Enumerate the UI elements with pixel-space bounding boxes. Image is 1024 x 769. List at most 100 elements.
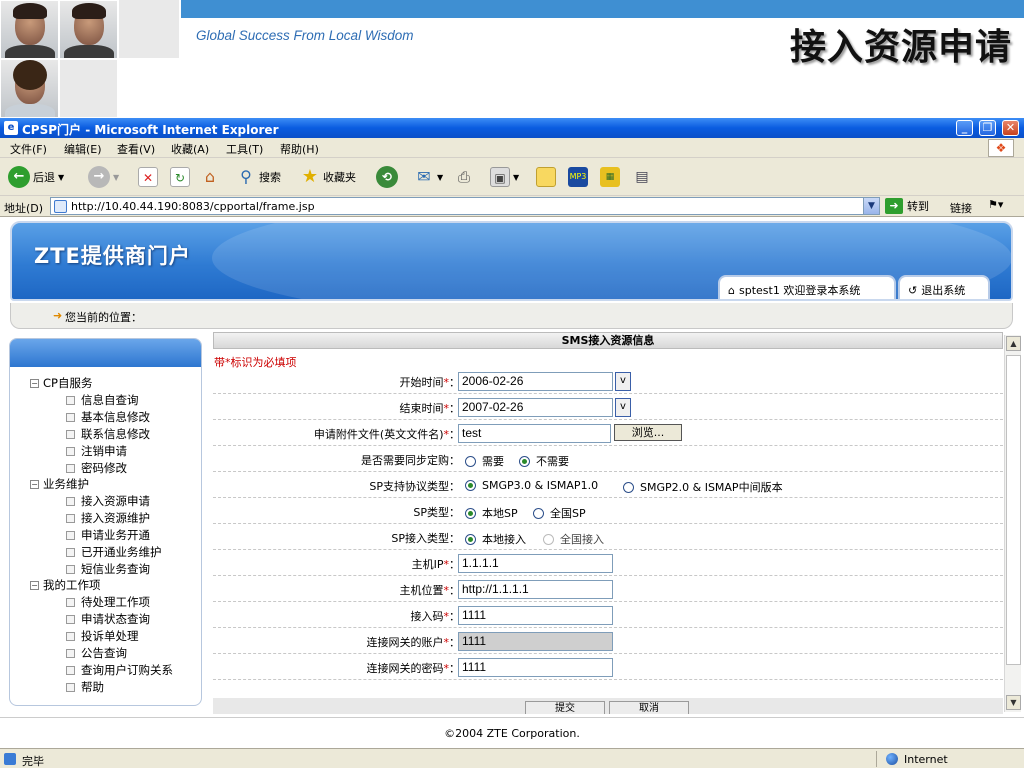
start-time-calendar-button[interactable]: v: [615, 372, 631, 391]
gateway-password-input[interactable]: 1111: [458, 658, 613, 677]
sidebar-item[interactable]: 接入资源申请: [66, 493, 150, 509]
refresh-button[interactable]: ↻: [170, 164, 190, 190]
print-button[interactable]: ⎙: [454, 164, 474, 190]
access-code-input[interactable]: 1111: [458, 606, 613, 625]
radio-circle-selected: [465, 533, 476, 545]
menu-file[interactable]: 文件(F): [10, 141, 47, 157]
host-ip-input[interactable]: 1.1.1.1: [458, 554, 613, 573]
sidebar-item[interactable]: 密码修改: [66, 460, 127, 476]
sidebar-item-label: 查询用户订购关系: [81, 663, 173, 677]
menu-favorites[interactable]: 收藏(A): [171, 141, 209, 157]
browse-button[interactable]: 浏览...: [614, 424, 682, 441]
sidebar-item[interactable]: 信息自查询: [66, 392, 139, 408]
leaf-icon: [66, 598, 75, 607]
cancel-button[interactable]: 取消: [609, 701, 689, 714]
sidebar-item[interactable]: 注销申请: [66, 443, 127, 459]
radio-protocol-smgp30[interactable]: SMGP3.0 & ISMAP1.0: [465, 479, 598, 492]
close-button[interactable]: ✕: [1002, 120, 1019, 136]
radio-sp-national[interactable]: 全国SP: [533, 505, 586, 521]
menu-tools[interactable]: 工具(T): [226, 141, 263, 157]
address-dropdown-button[interactable]: ▼: [863, 198, 879, 214]
row-access-code: 接入码*： 1111: [213, 602, 1003, 628]
research-button[interactable]: ▤: [632, 164, 652, 190]
tree-group-label: 业务维护: [43, 477, 89, 491]
note-icon: [536, 167, 556, 187]
sidebar-item[interactable]: 帮助: [66, 679, 104, 695]
edit-button[interactable]: ▣ ▼: [490, 164, 519, 190]
status-divider: [876, 751, 877, 767]
collapse-icon: −: [30, 379, 39, 388]
scroll-down-icon[interactable]: ▼: [1006, 695, 1021, 710]
go-label: 转到: [907, 200, 929, 213]
sidebar-item[interactable]: 待处理工作项: [66, 594, 150, 610]
history-button[interactable]: ⟲: [376, 164, 398, 190]
collapse-icon: −: [30, 581, 39, 590]
search-button[interactable]: ⚲ 搜索: [236, 164, 281, 190]
minimize-button[interactable]: _: [956, 120, 973, 136]
mail-button[interactable]: ✉ ▼: [414, 164, 443, 190]
host-location-input[interactable]: http://1.1.1.1: [458, 580, 613, 599]
tree-group-my-work-items[interactable]: − 我的工作项: [30, 577, 101, 593]
window-titlebar[interactable]: e CPSP门户 - Microsoft Internet Explorer _…: [0, 118, 1024, 138]
form-scrollbar[interactable]: ▲ ▼: [1004, 335, 1021, 712]
row-attachment: 申请附件文件(英文文件名)*： test 浏览...: [213, 420, 1003, 446]
scrollbar-thumb[interactable]: [1006, 355, 1021, 665]
sidebar-item[interactable]: 接入资源维护: [66, 510, 150, 526]
tree-group-service-maintenance[interactable]: − 业务维护: [30, 476, 89, 492]
tree-group-label: CP自服务: [43, 376, 93, 390]
menu-view[interactable]: 查看(V): [117, 141, 155, 157]
start-time-input[interactable]: 2006-02-26: [458, 372, 613, 391]
address-input[interactable]: http://10.40.44.190:8083/cpportal/frame.…: [50, 197, 880, 215]
row-sync-order: 是否需要同步定购： 需要 不需要: [213, 446, 1003, 472]
tree-group-cp-self-service[interactable]: − CP自服务: [30, 375, 92, 391]
home-button[interactable]: ⌂: [200, 164, 220, 190]
submit-button[interactable]: 提交: [525, 701, 605, 714]
radio-sp-local[interactable]: 本地SP: [465, 505, 518, 521]
internet-globe-icon: [886, 753, 898, 765]
mp3-button[interactable]: MP3: [568, 164, 588, 190]
stop-button[interactable]: ✕: [138, 164, 158, 190]
edit-icon: ▣: [490, 167, 510, 187]
radio-circle-selected: [519, 455, 530, 467]
leaf-icon: [66, 565, 75, 574]
host-location-label: 主机位置*：: [399, 584, 461, 597]
sidebar-item[interactable]: 已开通业务维护: [66, 544, 162, 560]
discuss-button[interactable]: [536, 164, 556, 190]
tagline-band: [181, 0, 1024, 18]
go-button[interactable]: ➜ 转到: [885, 198, 929, 214]
end-time-calendar-button[interactable]: v: [615, 398, 631, 417]
stop-icon: ✕: [138, 167, 158, 187]
sidebar-item[interactable]: 公告查询: [66, 645, 127, 661]
sidebar-item[interactable]: 申请状态查询: [66, 611, 150, 627]
sidebar-item[interactable]: 查询用户订购关系: [66, 662, 173, 678]
tab-logout[interactable]: ↺ 退出系统: [898, 275, 990, 299]
sidebar-item[interactable]: 联系信息修改: [66, 426, 150, 442]
maximize-button[interactable]: ❐: [979, 120, 996, 136]
sidebar-item-label: 投诉单处理: [81, 629, 139, 643]
sidebar-item[interactable]: 短信业务查询: [66, 561, 150, 577]
sidebar-item[interactable]: 基本信息修改: [66, 409, 150, 425]
scroll-up-icon[interactable]: ▲: [1006, 336, 1021, 351]
back-button[interactable]: ← 后退 ▼: [8, 164, 64, 190]
radio-sync-no[interactable]: 不需要: [519, 453, 569, 469]
radio-protocol-smgp20[interactable]: SMGP2.0 & ISMAP中间版本: [623, 479, 783, 495]
menu-help[interactable]: 帮助(H): [280, 141, 319, 157]
sidebar-item[interactable]: 申请业务开通: [66, 527, 150, 543]
radio-label: 需要: [482, 455, 504, 468]
radio-sync-yes[interactable]: 需要: [465, 453, 504, 469]
sidebar-item[interactable]: 投诉单处理: [66, 628, 139, 644]
row-start-time: 开始时间*： 2006-02-26 v: [213, 368, 1003, 394]
extension-icon[interactable]: ⚑▾: [988, 198, 1003, 211]
history-icon: ⟲: [376, 166, 398, 188]
forward-button[interactable]: → ▼: [88, 164, 119, 190]
end-time-input[interactable]: 2007-02-26: [458, 398, 613, 417]
tab-user-welcome[interactable]: ⌂ sptest1 欢迎登录本系统: [718, 275, 896, 299]
tool-button[interactable]: ▦: [600, 164, 620, 190]
leaf-icon: [66, 430, 75, 439]
favorites-button[interactable]: ★ 收藏夹: [300, 164, 356, 190]
address-bar: 地址(D) http://10.40.44.190:8083/cpportal/…: [0, 196, 1024, 217]
attachment-input[interactable]: test: [458, 424, 611, 443]
menu-edit[interactable]: 编辑(E): [64, 141, 102, 157]
radio-access-local[interactable]: 本地接入: [465, 531, 526, 547]
links-button[interactable]: 链接: [950, 200, 972, 216]
